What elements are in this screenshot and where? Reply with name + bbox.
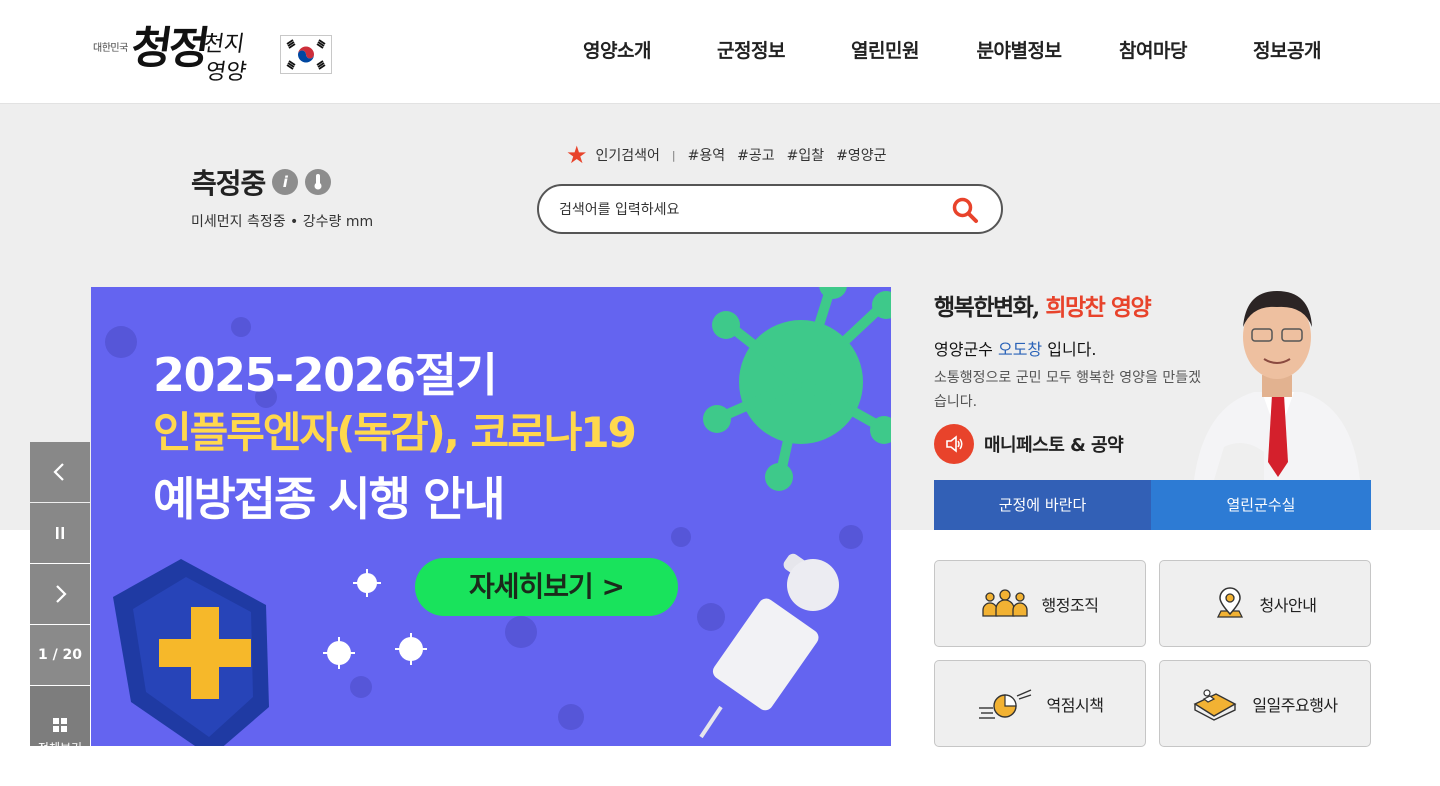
keyword-tag[interactable]: #영양군	[836, 145, 886, 165]
search-input[interactable]	[559, 198, 939, 222]
view-all-label: 전체보기	[37, 741, 83, 755]
chevron-left-icon	[53, 463, 64, 481]
pause-icon	[56, 527, 64, 539]
mayor-name-line: 영양군수 오도창 입니다.	[934, 336, 1097, 360]
logo-country-text: 대한민국	[93, 43, 128, 54]
search-box	[537, 184, 1003, 234]
weather-title: 측정중	[191, 167, 266, 200]
slide-counter: 1 / 20	[30, 625, 90, 685]
quick-office-button[interactable]: 청사안내	[1159, 560, 1371, 647]
mayor-name-suffix: 입니다.	[1047, 340, 1097, 359]
map-pin-icon	[1216, 586, 1243, 618]
open-mayor-office-button[interactable]: 열린군수실	[1151, 480, 1371, 530]
main-banner[interactable]: 2025-2026절기 인플루엔자(독감), 코로나19 예방접종 시행 안내 …	[91, 287, 891, 746]
mayor-name-prefix: 영양군수	[934, 340, 993, 359]
calendar-icon	[1193, 688, 1237, 721]
search-icon	[952, 197, 978, 223]
keyword-tag[interactable]: #공고	[737, 145, 775, 165]
thermometer-icon	[305, 169, 332, 195]
info-icon[interactable]: i	[272, 169, 299, 195]
mayor-photo	[1194, 291, 1360, 480]
manifesto-link[interactable]: 매니페스토 & 공약	[934, 424, 1124, 464]
popular-keywords: ★ 인기검색어 | #용역 #공고 #입찰 #영양군	[566, 143, 899, 167]
keyword-tag[interactable]: #용역	[688, 145, 726, 165]
logo-main-text: 청정	[127, 23, 210, 74]
popular-label: 인기검색어	[595, 148, 660, 164]
view-all-button[interactable]: 전체보기	[30, 686, 90, 755]
slide-next-button[interactable]	[30, 564, 90, 624]
mayor-description: 소통행정으로 군민 모두 행복한 영양을 만들겠습니다.	[934, 370, 1201, 410]
grid-icon	[53, 700, 67, 736]
banner-title-line3: 예방접종 시행 안내	[153, 472, 506, 526]
slogan-part1: 행복한변화,	[934, 294, 1040, 321]
nav-item-field-info[interactable]: 분야별정보	[952, 32, 1086, 70]
banner-title-line2: 인플루엔자(독감), 코로나19	[153, 408, 637, 457]
korean-flag-icon	[280, 35, 332, 74]
weather-widget: 측정중 i	[191, 162, 332, 202]
quick-policy-button[interactable]: 역점시책	[934, 660, 1146, 747]
nav-item-civil[interactable]: 열린민원	[818, 32, 952, 70]
quick-policy-label: 역점시책	[1046, 695, 1104, 715]
nav-item-disclosure[interactable]: 정보공개	[1220, 32, 1354, 70]
banner-title-line1: 2025-2026절기	[153, 348, 498, 402]
keyword-tag[interactable]: #입찰	[787, 145, 825, 165]
mayor-slogan: 행복한변화, 희망찬 영양	[934, 288, 1152, 322]
presentation-icon	[978, 688, 1031, 719]
nav-item-about[interactable]: 영양소개	[550, 32, 684, 70]
nav-item-participation[interactable]: 참여마당	[1086, 32, 1220, 70]
manifesto-label: 매니페스토 & 공약	[984, 435, 1124, 456]
site-header: 대한민국 청정 천지 영양 영양소개 군정정보 열린민원 분야별정보 참여마당 …	[0, 0, 1440, 104]
search-button[interactable]	[951, 196, 979, 224]
banner-detail-button[interactable]: 자세히보기 >	[415, 558, 678, 616]
quick-schedule-button[interactable]: 일일주요행사	[1159, 660, 1371, 747]
slide-pause-button[interactable]	[30, 503, 90, 563]
divider: |	[671, 148, 676, 162]
site-logo[interactable]: 대한민국 청정 천지 영양	[92, 12, 342, 88]
quick-org-button[interactable]: 행정조직	[934, 560, 1146, 647]
mayor-name: 오도창	[997, 340, 1043, 359]
quick-schedule-label: 일일주요행사	[1252, 695, 1338, 715]
main-nav: 영양소개 군정정보 열린민원 분야별정보 참여마당 정보공개	[550, 32, 1354, 70]
chevron-right-icon	[56, 585, 67, 603]
people-icon	[981, 588, 1028, 617]
petition-button[interactable]: 군정에 바란다	[934, 480, 1151, 530]
speaker-icon	[934, 424, 974, 464]
quick-office-label: 청사안내	[1259, 595, 1317, 615]
logo-sub-text-2: 영양	[203, 60, 248, 85]
quick-org-label: 행정조직	[1041, 595, 1099, 615]
slide-prev-button[interactable]	[30, 442, 90, 502]
weather-subtitle: 미세먼지 측정중 • 강수량 mm	[191, 214, 374, 230]
page: 대한민국 청정 천지 영양 영양소개 군정정보 열린민원 분야별정보 참여마당 …	[0, 0, 1440, 786]
star-icon: ★	[566, 141, 588, 169]
slogan-part2: 희망찬 영양	[1045, 294, 1151, 321]
nav-item-county-info[interactable]: 군정정보	[684, 32, 818, 70]
